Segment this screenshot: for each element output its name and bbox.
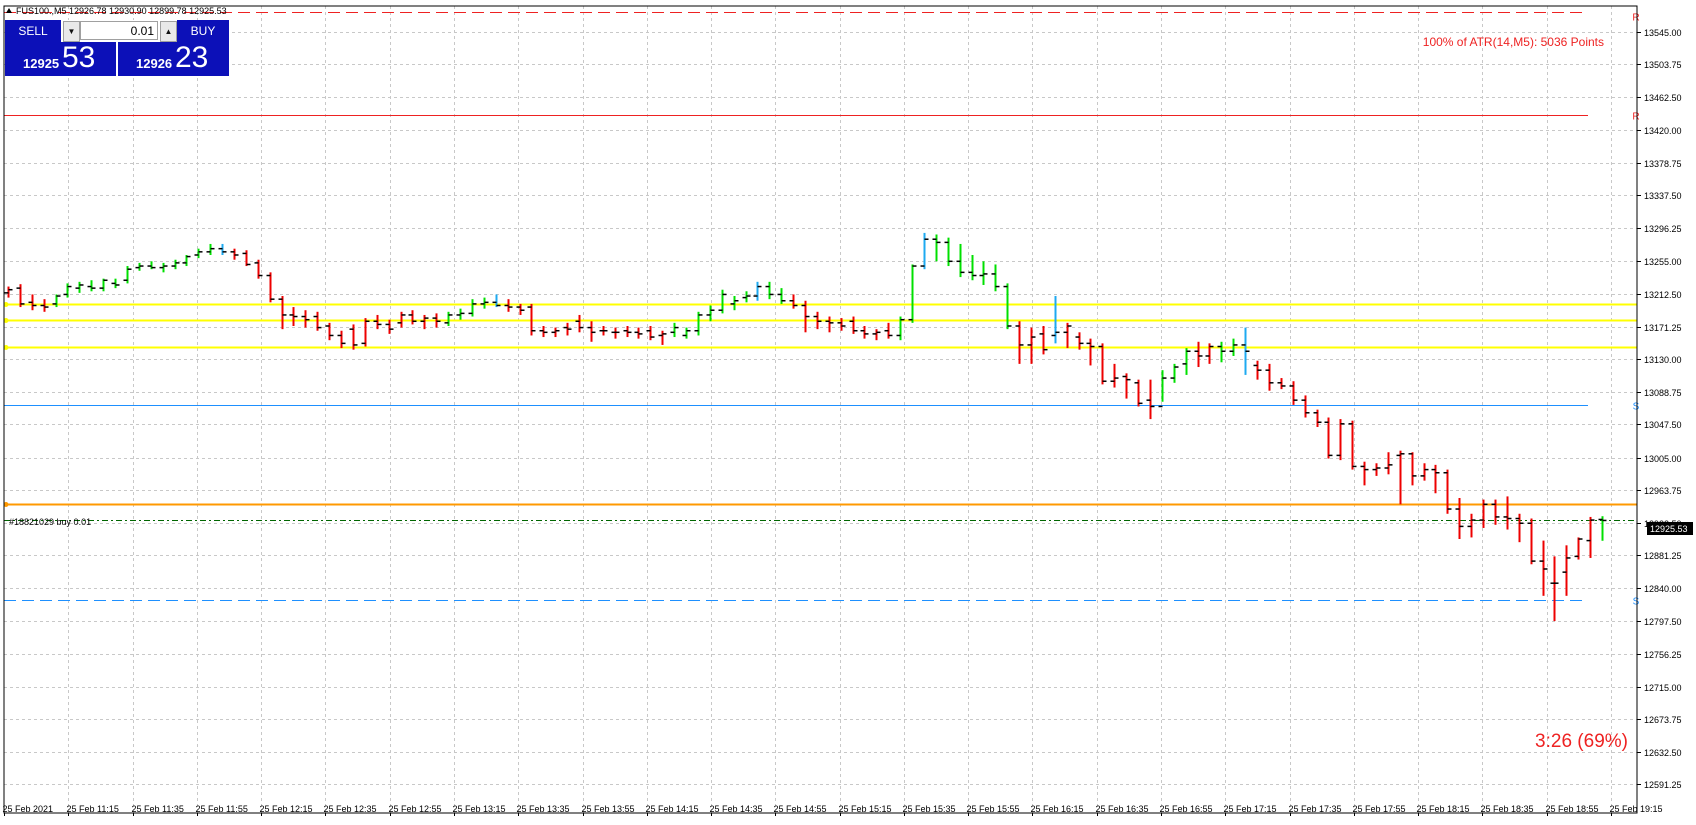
sell-button[interactable]: SELL xyxy=(5,20,61,42)
y-tick-label: 13545.00 xyxy=(1644,28,1682,38)
sell-price-prefix: 12925 xyxy=(23,56,60,71)
x-tick-label: 25 Feb 18:15 xyxy=(1417,804,1470,814)
one-click-trading-panel: SELL ▼ ▲ BUY 12925 53 12926 23 xyxy=(5,20,229,76)
buy-price-button[interactable]: 12926 23 xyxy=(118,41,229,76)
y-tick-label: 12840.00 xyxy=(1644,584,1682,594)
bar-timer-label: 3:26 (69%) xyxy=(1535,731,1628,752)
y-tick-label: 13130.00 xyxy=(1644,355,1682,365)
x-tick-label: 25 Feb 15:35 xyxy=(903,804,956,814)
order-label: #18821029 buy 0.01 xyxy=(9,517,91,527)
x-tick-label: 25 Feb 15:55 xyxy=(967,804,1020,814)
x-tick-label: 25 Feb 13:55 xyxy=(582,804,635,814)
y-tick-label: 12881.25 xyxy=(1644,551,1682,561)
y-tick-label: 13005.00 xyxy=(1644,454,1682,464)
x-tick-label: 25 Feb 14:15 xyxy=(646,804,699,814)
y-tick-label: 12963.75 xyxy=(1644,486,1682,496)
resistance-marker: R xyxy=(1632,112,1639,123)
x-tick-label: 25 Feb 18:35 xyxy=(1481,804,1534,814)
x-tick-label: 25 Feb 18:55 xyxy=(1546,804,1599,814)
x-tick-label: 25 Feb 12:35 xyxy=(324,804,377,814)
support-marker: S xyxy=(1633,597,1640,608)
arrow-up-icon[interactable]: ▲ xyxy=(160,21,177,42)
arrow-down-icon[interactable]: ▼ xyxy=(63,21,80,42)
y-tick-label: 13255.00 xyxy=(1644,257,1682,267)
y-tick-label: 12632.50 xyxy=(1644,748,1682,758)
y-tick-label: 13296.25 xyxy=(1644,224,1682,234)
sell-price-pips: 53 xyxy=(62,41,96,74)
buy-price-pips: 23 xyxy=(175,41,209,74)
x-tick-label: 25 Feb 16:35 xyxy=(1096,804,1149,814)
x-tick-label: 25 Feb 13:15 xyxy=(453,804,506,814)
y-tick-label: 13462.50 xyxy=(1644,93,1682,103)
current-price-label: 12925.53 xyxy=(1650,524,1688,534)
chart-background xyxy=(0,0,1696,820)
y-tick-label: 12591.25 xyxy=(1644,780,1682,790)
y-tick-label: 12673.75 xyxy=(1644,715,1682,725)
x-tick-label: 25 Feb 17:35 xyxy=(1289,804,1342,814)
y-tick-label: 13088.75 xyxy=(1644,388,1682,398)
x-tick-label: 25 Feb 12:55 xyxy=(389,804,442,814)
y-tick-label: 12715.00 xyxy=(1644,683,1682,693)
sell-price-button[interactable]: 12925 53 xyxy=(5,41,118,76)
price-chart[interactable]: R R S S 13545.00 13503.75 13462.50 13420.00 133… xyxy=(0,0,1696,820)
x-tick-label: 25 Feb 11:15 xyxy=(67,804,119,814)
y-tick-label: 12756.25 xyxy=(1644,650,1682,660)
y-tick-label: 12797.50 xyxy=(1644,617,1682,627)
x-tick-label: 25 Feb 12:15 xyxy=(260,804,313,814)
y-tick-label: 13503.75 xyxy=(1644,60,1682,70)
x-tick-label: 25 Feb 17:55 xyxy=(1353,804,1406,814)
y-tick-label: 13378.75 xyxy=(1644,159,1682,169)
resistance-marker: R xyxy=(1632,13,1639,24)
x-tick-label: 25 Feb 14:35 xyxy=(710,804,763,814)
x-tick-label: 25 Feb 16:15 xyxy=(1031,804,1084,814)
x-tick-label: 25 Feb 19:15 xyxy=(1610,804,1663,814)
x-tick-label: 25 Feb 14:55 xyxy=(774,804,827,814)
atr-label: 100% of ATR(14,M5): 5036 Points xyxy=(1423,35,1604,49)
x-tick-label: 25 Feb 17:15 xyxy=(1224,804,1277,814)
y-tick-label: 13047.50 xyxy=(1644,420,1682,430)
buy-button[interactable]: BUY xyxy=(177,20,229,42)
y-tick-label: 13212.50 xyxy=(1644,290,1682,300)
x-tick-label: 25 Feb 13:35 xyxy=(517,804,570,814)
y-tick-label: 13171.25 xyxy=(1644,323,1682,333)
x-tick-label: 25 Feb 2021 xyxy=(3,804,54,814)
support-marker: S xyxy=(1633,402,1640,413)
chart-title: FUS100.,M5 12926.78 12930.90 12899.78 12… xyxy=(16,6,227,16)
x-tick-label: 25 Feb 15:15 xyxy=(839,804,892,814)
chart-window[interactable]: R R S S 13545.00 13503.75 13462.50 13420.00 133… xyxy=(0,0,1696,820)
lot-size-input[interactable] xyxy=(80,21,158,40)
x-tick-label: 25 Feb 11:35 xyxy=(132,804,184,814)
x-tick-label: 25 Feb 11:55 xyxy=(196,804,248,814)
buy-price-prefix: 12926 xyxy=(136,56,173,71)
y-tick-label: 13420.00 xyxy=(1644,126,1682,136)
y-tick-label: 13337.50 xyxy=(1644,191,1682,201)
x-tick-label: 25 Feb 16:55 xyxy=(1160,804,1213,814)
